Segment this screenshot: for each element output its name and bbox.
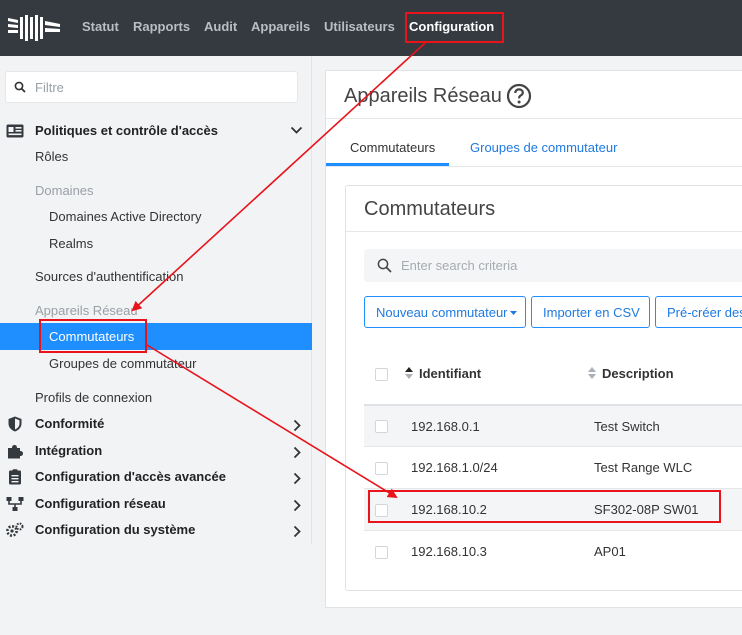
- row-description: Test Switch: [594, 419, 660, 434]
- sidebar-filter-input[interactable]: Filtre: [5, 71, 298, 103]
- sidebar-header-network-devices: Appareils Réseau: [35, 303, 138, 318]
- chevron-right-icon[interactable]: [293, 419, 302, 432]
- select-all-checkbox[interactable]: [375, 368, 388, 381]
- row-checkbox[interactable]: [375, 462, 388, 475]
- page-title: Appareils Réseau: [344, 85, 502, 107]
- puzzle-icon: [8, 445, 23, 459]
- search-icon: [14, 81, 26, 93]
- sidebar-section-conformite[interactable]: Conformité: [35, 416, 104, 431]
- sidebar-section-integration[interactable]: Intégration: [35, 443, 102, 458]
- sort-icon[interactable]: [588, 367, 596, 379]
- table-row[interactable]: 192.168.0.1 Test Switch: [364, 404, 742, 446]
- switches-card: Commutateurs Enter search criteria Nouve…: [345, 185, 742, 591]
- nav-rapports[interactable]: Rapports: [133, 19, 190, 34]
- row-identifier: 192.168.10.3: [411, 544, 487, 559]
- main-panel: Appareils Réseau Commutateurs Groupes de…: [325, 70, 742, 608]
- shield-icon: [8, 416, 22, 432]
- logo-icon[interactable]: [6, 12, 62, 44]
- chevron-right-icon[interactable]: [293, 472, 302, 485]
- sidebar-item-connection-profiles[interactable]: Profils de connexion: [35, 390, 152, 405]
- sidebar-header-domaines: Domaines: [35, 183, 94, 198]
- tab-switches[interactable]: Commutateurs: [350, 140, 435, 155]
- column-header-identifiant[interactable]: Identifiant: [419, 366, 481, 381]
- column-header-description[interactable]: Description: [602, 366, 674, 381]
- row-identifier: 192.168.1.0/24: [411, 460, 498, 475]
- row-description: SF302-08P SW01: [594, 502, 699, 517]
- row-identifier: 192.168.0.1: [411, 419, 480, 434]
- row-checkbox[interactable]: [375, 504, 388, 517]
- card-divider: [346, 231, 742, 232]
- nav-statut[interactable]: Statut: [82, 19, 119, 34]
- card-title: Commutateurs: [364, 198, 496, 220]
- sort-ascending-icon[interactable]: [405, 367, 413, 379]
- top-navbar: Statut Rapports Audit Appareils Utilisat…: [0, 0, 742, 56]
- search-placeholder: Enter search criteria: [401, 258, 518, 273]
- chevron-right-icon[interactable]: [293, 525, 302, 538]
- clipboard-icon: [9, 469, 21, 485]
- table-row[interactable]: 192.168.1.0/24 Test Range WLC: [364, 446, 742, 488]
- row-checkbox[interactable]: [375, 420, 388, 433]
- sidebar-section-politiques[interactable]: Politiques et contrôle d'accès: [35, 123, 218, 138]
- precreate-button[interactable]: Pré-créer des: [655, 296, 742, 328]
- search-input[interactable]: Enter search criteria: [364, 249, 742, 282]
- sidebar-section-advanced-access[interactable]: Configuration d'accès avancée: [35, 469, 226, 484]
- sidebar: Filtre Politiques et contrôle d'accès Rô…: [0, 56, 312, 544]
- chevron-right-icon[interactable]: [293, 446, 302, 459]
- sidebar-item-switch-groups[interactable]: Groupes de commutateur: [49, 356, 196, 371]
- nav-configuration[interactable]: Configuration: [409, 19, 494, 34]
- sidebar-section-system-config[interactable]: Configuration du système: [35, 522, 195, 537]
- filter-placeholder: Filtre: [35, 80, 64, 95]
- search-icon: [377, 258, 392, 273]
- import-csv-button[interactable]: Importer en CSV: [531, 296, 650, 328]
- nav-utilisateurs[interactable]: Utilisateurs: [324, 19, 395, 34]
- nav-audit[interactable]: Audit: [204, 19, 237, 34]
- tabs-divider: [326, 166, 742, 167]
- caret-down-icon: [510, 311, 517, 315]
- tab-switch-groups[interactable]: Groupes de commutateur: [470, 140, 617, 155]
- title-divider: [326, 118, 742, 119]
- gears-icon: [6, 522, 24, 537]
- id-card-icon: [6, 124, 24, 138]
- sidebar-item-realms[interactable]: Realms: [49, 236, 93, 251]
- new-switch-button[interactable]: Nouveau commutateur: [364, 296, 526, 328]
- table-row[interactable]: 192.168.10.3 AP01: [364, 530, 742, 572]
- precreate-label: Pré-créer des: [667, 305, 742, 320]
- row-checkbox[interactable]: [375, 546, 388, 559]
- row-identifier: 192.168.10.2: [411, 502, 487, 517]
- network-icon: [6, 497, 24, 511]
- help-icon[interactable]: [506, 83, 532, 109]
- new-switch-label: Nouveau commutateur: [376, 305, 508, 320]
- chevron-right-icon[interactable]: [293, 499, 302, 512]
- table-row[interactable]: 192.168.10.2 SF302-08P SW01: [364, 488, 742, 530]
- row-description: AP01: [594, 544, 626, 559]
- chevron-down-icon[interactable]: [290, 126, 303, 135]
- import-csv-label: Importer en CSV: [543, 305, 640, 320]
- sidebar-item-roles[interactable]: Rôles: [35, 149, 68, 164]
- nav-appareils[interactable]: Appareils: [251, 19, 310, 34]
- sidebar-section-network-config[interactable]: Configuration réseau: [35, 496, 166, 511]
- sidebar-item-switches[interactable]: Commutateurs: [0, 323, 312, 350]
- row-description: Test Range WLC: [594, 460, 693, 475]
- sidebar-item-auth-sources[interactable]: Sources d'authentification: [35, 269, 183, 284]
- sidebar-item-label: Commutateurs: [49, 329, 135, 344]
- sidebar-item-ad-domains[interactable]: Domaines Active Directory: [49, 209, 201, 224]
